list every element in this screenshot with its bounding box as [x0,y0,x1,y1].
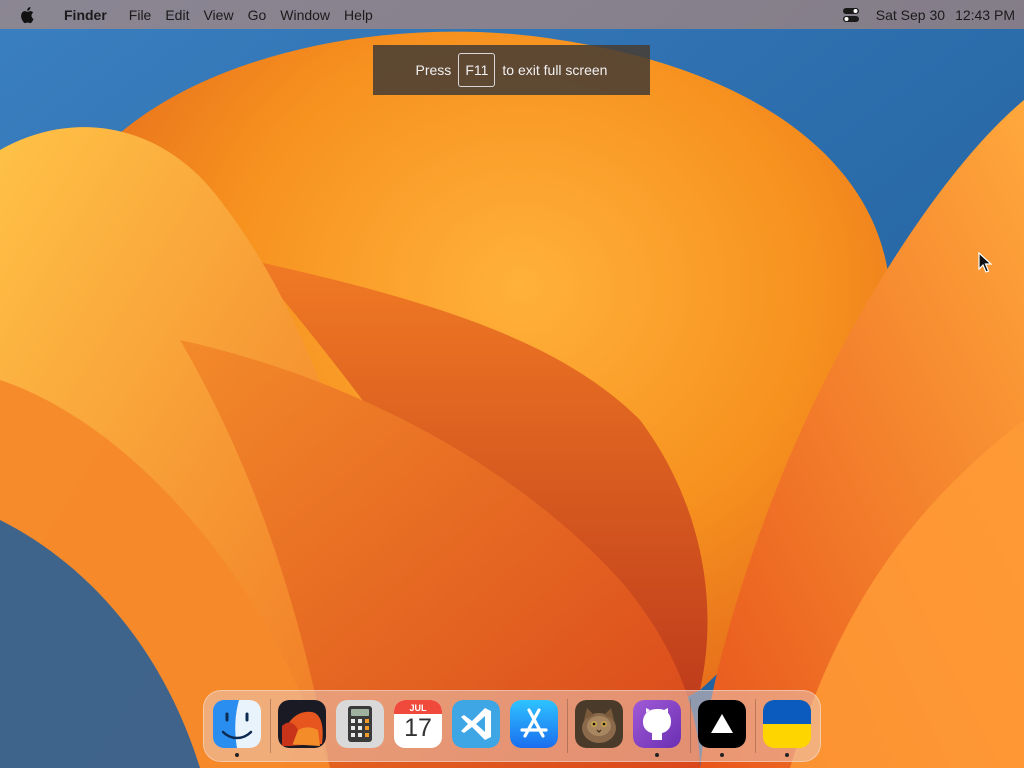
toast-prefix: Press [415,62,452,78]
fullscreen-exit-toast: Press F11 to exit full screen [373,45,650,95]
calendar-day: 17 [404,714,432,742]
dock: JUL 17 [203,690,821,762]
wallpaper-app-icon[interactable] [278,700,326,748]
menu-edit[interactable]: Edit [165,7,189,23]
running-indicator [785,753,789,757]
menu-window[interactable]: Window [280,7,330,23]
dock-separator [270,699,271,753]
desktop-wallpaper [0,0,1024,768]
menubar-clock[interactable]: 12:43 PM [955,7,1015,23]
calculator-icon[interactable] [336,700,384,748]
toast-key: F11 [458,53,496,87]
vscode-icon[interactable] [452,700,500,748]
menu-app-name[interactable]: Finder [64,7,107,23]
menu-bar: Finder File Edit View Go Window Help Sat… [0,0,1024,29]
mouse-pointer-icon [978,251,993,274]
menu-help[interactable]: Help [344,7,373,23]
menubar-date[interactable]: Sat Sep 30 [876,7,945,23]
menu-go[interactable]: Go [248,7,267,23]
apple-menu-icon[interactable] [20,6,38,24]
control-center-icon[interactable] [842,6,860,24]
dock-separator [567,699,568,753]
app-store-icon[interactable] [510,700,558,748]
calendar-month: JUL [409,703,427,713]
toast-suffix: to exit full screen [502,62,608,78]
finder-icon[interactable] [213,700,261,748]
calendar-icon[interactable]: JUL 17 [394,700,442,748]
ukraine-flag-icon[interactable] [763,700,811,748]
github-icon[interactable] [633,700,681,748]
cat-photo-icon[interactable] [575,700,623,748]
dock-separator [755,699,756,753]
running-indicator [655,753,659,757]
menu-file[interactable]: File [129,7,152,23]
dock-separator [690,699,691,753]
vercel-icon[interactable] [698,700,746,748]
running-indicator [720,753,724,757]
running-indicator [235,753,239,757]
menu-view[interactable]: View [203,7,233,23]
